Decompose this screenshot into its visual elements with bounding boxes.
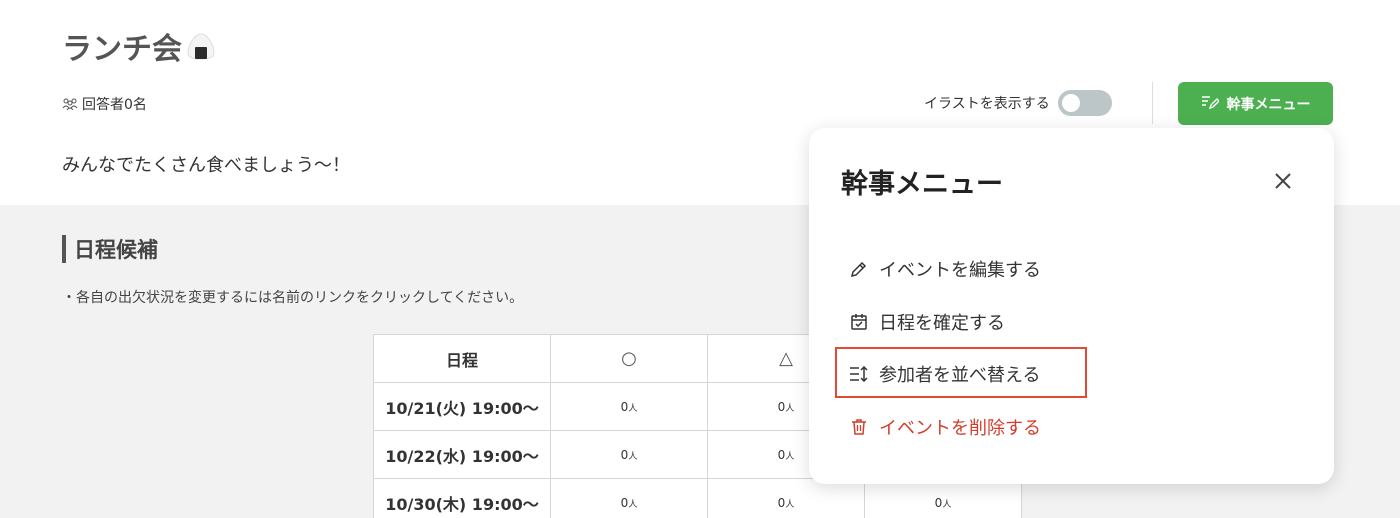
section-title-text: 日程候補 (74, 238, 158, 262)
section-title-bar (62, 235, 66, 263)
count-cell: 0人 (550, 430, 708, 479)
organizer-menu-panel: 幹事メニュー イベントを編集する 日程を確定する 参加者を並べ替える イベントを… (809, 128, 1334, 484)
organizer-menu-button[interactable]: 幹事メニュー (1178, 82, 1333, 125)
header-ok: ○ (550, 334, 708, 383)
instruction-note: ・各自の出欠状況を変更するには名前のリンクをクリックしてください。 (62, 290, 524, 306)
header-date: 日程 (373, 334, 551, 383)
count-unit: 人 (785, 499, 795, 510)
menu-item-label: イベントを編集する (879, 260, 1041, 281)
count-cell: 0人 (550, 382, 708, 431)
illustration-toggle[interactable]: イラストを表示する (924, 90, 1112, 116)
toggle-knob (1061, 94, 1080, 112)
count-unit: 人 (785, 451, 795, 462)
menu-item-label: 参加者を並べ替える (879, 365, 1041, 386)
count-cell: 0人 (707, 478, 865, 518)
divider (1152, 82, 1153, 124)
row-date: 10/22(水) 19:00〜 (373, 430, 551, 479)
count-unit: 人 (628, 499, 638, 510)
count-cell: 0人 (864, 478, 1022, 518)
event-title-text: ランチ会 (62, 32, 182, 67)
count-unit: 人 (628, 451, 638, 462)
onigiri-icon (186, 32, 216, 60)
table-row: 10/30(木) 19:00〜 0人 0人 0人 (373, 478, 1022, 518)
menu-item-sort-participants[interactable]: 参加者を並べ替える (849, 361, 1040, 387)
close-icon[interactable] (1272, 170, 1294, 192)
menu-item-label: イベントを削除する (879, 418, 1041, 439)
respondent-count: 回答者0名 (62, 94, 147, 114)
illustration-toggle-label: イラストを表示する (924, 96, 1050, 112)
sort-icon (849, 364, 869, 384)
calendar-check-icon (849, 312, 869, 332)
row-date: 10/21(火) 19:00〜 (373, 382, 551, 431)
pencil-icon (849, 259, 869, 279)
panel-title: 幹事メニュー (841, 169, 1003, 200)
toggle-switch[interactable] (1057, 90, 1112, 116)
organizer-menu-label: 幹事メニュー (1226, 96, 1311, 113)
people-icon (62, 98, 78, 111)
menu-item-confirm-date[interactable]: 日程を確定する (849, 309, 1005, 335)
event-title: ランチ会 (62, 24, 216, 68)
trash-icon (849, 417, 869, 437)
menu-item-delete-event[interactable]: イベントを削除する (849, 414, 1041, 440)
count-unit: 人 (942, 499, 952, 510)
count-unit: 人 (785, 403, 795, 414)
count-unit: 人 (628, 403, 638, 414)
menu-edit-icon (1201, 94, 1220, 114)
section-title: 日程候補 (62, 234, 158, 264)
event-description: みんなでたくさん食べましょう〜！ (62, 155, 350, 176)
row-date: 10/30(木) 19:00〜 (373, 478, 551, 518)
menu-item-label: 日程を確定する (879, 313, 1005, 334)
respondent-count-text: 回答者0名 (82, 97, 147, 113)
count-cell: 0人 (550, 478, 708, 518)
menu-item-edit-event[interactable]: イベントを編集する (849, 256, 1041, 282)
